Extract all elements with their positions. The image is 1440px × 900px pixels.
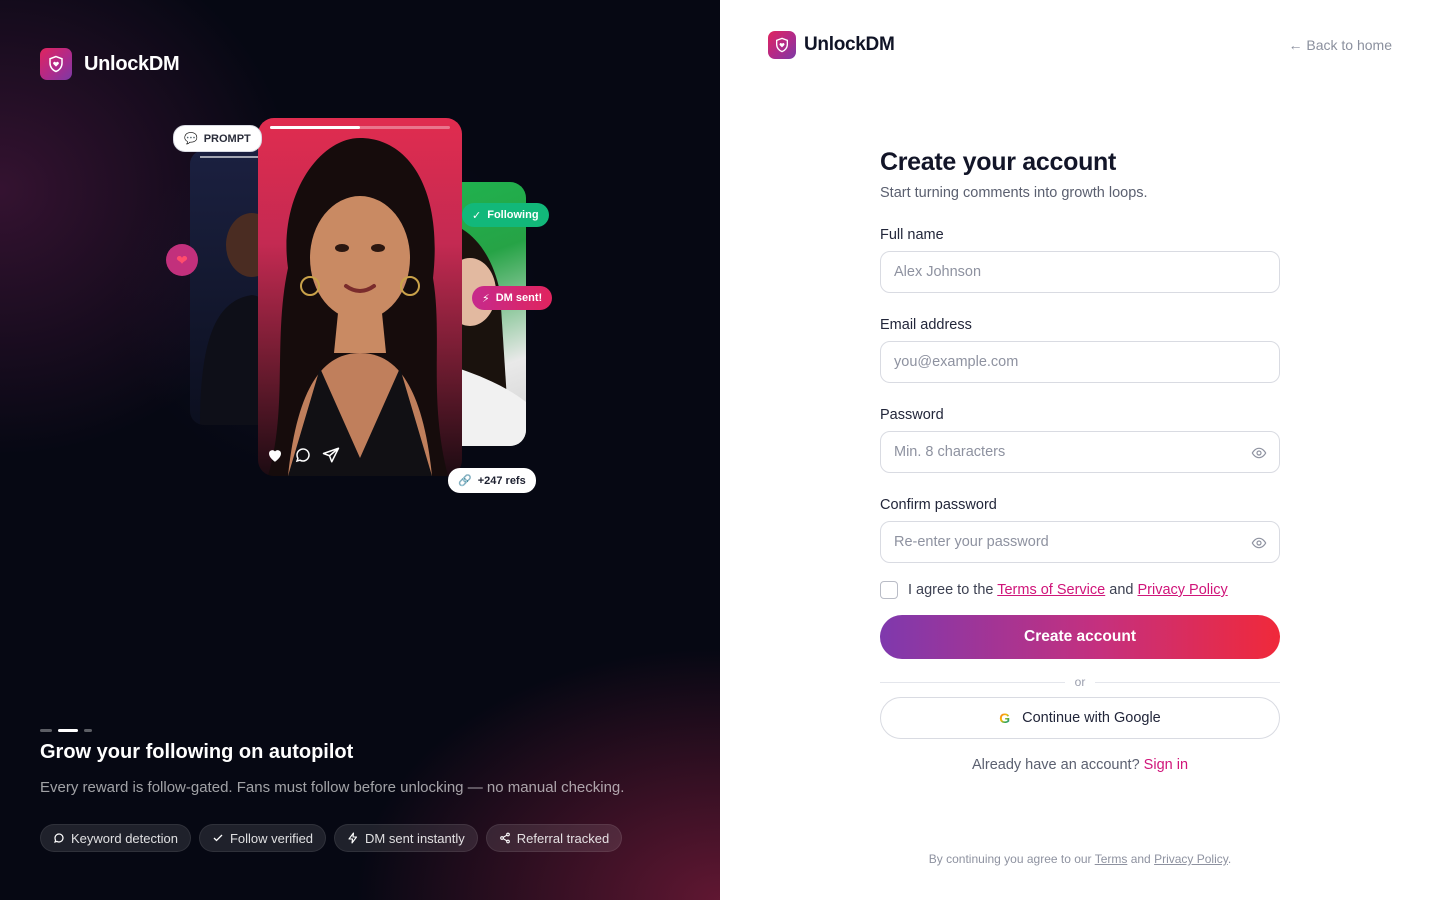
full-name-field-box — [880, 251, 1280, 293]
terms-checkbox[interactable] — [880, 581, 898, 599]
agree-text: I agree to the — [908, 582, 994, 598]
terms-agreement: I agree to the Terms of Service and Priv… — [880, 581, 1280, 599]
password-input[interactable] — [894, 444, 1266, 460]
email-input[interactable] — [894, 354, 1266, 370]
divider-text: or — [1074, 675, 1086, 689]
eye-icon[interactable] — [1251, 535, 1267, 551]
shield-heart-icon — [768, 31, 796, 59]
link-icon: 🔗 — [458, 475, 472, 487]
legal-text: By continuing you agree to our — [928, 852, 1092, 866]
signup-form: Create your account Start turning commen… — [880, 148, 1281, 773]
carousel-dots — [40, 729, 92, 732]
feature-pill-keyword: Keyword detection — [40, 824, 191, 852]
prompt-chip: 💬 PROMPT — [173, 125, 262, 152]
refs-chip: 🔗 +247 refs — [448, 468, 536, 493]
brand-logo-right[interactable]: UnlockDM — [768, 31, 895, 59]
story-actions — [266, 446, 340, 464]
check-icon — [213, 834, 223, 842]
story-card-main — [258, 118, 462, 476]
heart-bubble-icon: ❤ — [166, 244, 198, 276]
sign-in-link[interactable]: Sign in — [1144, 757, 1188, 773]
send-icon[interactable] — [322, 446, 340, 464]
share-icon — [499, 832, 510, 844]
back-to-home-link[interactable]: ← Back to home — [1289, 37, 1393, 53]
following-chip: ✓ Following — [462, 203, 549, 227]
feature-pills: Keyword detection Follow verified DM sen… — [40, 824, 623, 852]
continue-with-google-button[interactable]: G Continue with Google — [880, 697, 1280, 739]
chat-bubble-icon — [54, 833, 64, 843]
or-divider: or — [880, 675, 1281, 689]
password-field-box — [880, 431, 1280, 473]
confirm-password-input[interactable] — [894, 534, 1266, 550]
legal-suffix: . — [1227, 852, 1232, 866]
create-account-button[interactable]: Create account — [880, 615, 1280, 659]
form-subtitle: Start turning comments into growth loops… — [880, 185, 1148, 201]
brand-name: UnlockDM — [804, 34, 895, 55]
story-progress — [270, 126, 450, 129]
google-button-label: Continue with Google — [1022, 710, 1161, 726]
terms-of-service-link[interactable]: Terms of Service — [997, 582, 1105, 598]
lightning-icon: ⚡ — [482, 292, 490, 305]
hero-headline: Grow your following on autopilot — [40, 741, 354, 763]
google-icon: G — [999, 710, 1011, 726]
shield-heart-icon — [40, 48, 72, 80]
brand-logo-left[interactable]: UnlockDM — [40, 48, 180, 80]
dm-sent-chip: ⚡ DM sent! — [472, 286, 553, 310]
carousel-dot[interactable] — [40, 729, 52, 732]
form-title: Create your account — [880, 148, 1117, 176]
terms-link[interactable]: Terms — [1095, 852, 1128, 866]
feature-pill-dm: DM sent instantly — [334, 824, 478, 852]
brand-name: UnlockDM — [84, 52, 180, 75]
comment-icon[interactable] — [294, 446, 312, 464]
confirm-password-field-box — [880, 521, 1280, 563]
check-icon: ✓ — [472, 209, 482, 222]
signin-prompt: Already have an account? — [971, 757, 1140, 773]
feature-pill-follow: Follow verified — [198, 824, 327, 852]
chat-bubble-icon: 💬 — [184, 133, 198, 145]
password-label: Password — [880, 407, 944, 423]
portrait-image — [268, 138, 448, 476]
carousel-dot[interactable] — [84, 729, 92, 732]
privacy-link[interactable]: Privacy Policy — [1154, 852, 1228, 866]
feature-pill-referral: Referral tracked — [485, 824, 623, 852]
hero-subline: Every reward is follow-gated. Fans must … — [40, 779, 625, 796]
heart-icon[interactable] — [266, 446, 284, 464]
confirm-password-label: Confirm password — [880, 497, 997, 513]
legal-footer: By continuing you agree to our Terms and… — [720, 852, 1440, 866]
eye-icon[interactable] — [1251, 445, 1267, 461]
hero-panel: UnlockDM 💬 PROMPT ❤ ✓ Following ⚡ DM sen… — [0, 0, 720, 900]
full-name-input[interactable] — [894, 264, 1266, 280]
carousel-dot-active[interactable] — [58, 729, 78, 732]
email-field-box — [880, 341, 1280, 383]
email-label: Email address — [880, 317, 972, 333]
signin-row: Already have an account? Sign in — [880, 757, 1280, 773]
legal-and-text: and — [1130, 852, 1151, 866]
lightning-icon — [348, 832, 358, 844]
privacy-policy-link[interactable]: Privacy Policy — [1137, 582, 1227, 598]
full-name-label: Full name — [880, 227, 944, 243]
agree-and-text: and — [1109, 582, 1134, 598]
